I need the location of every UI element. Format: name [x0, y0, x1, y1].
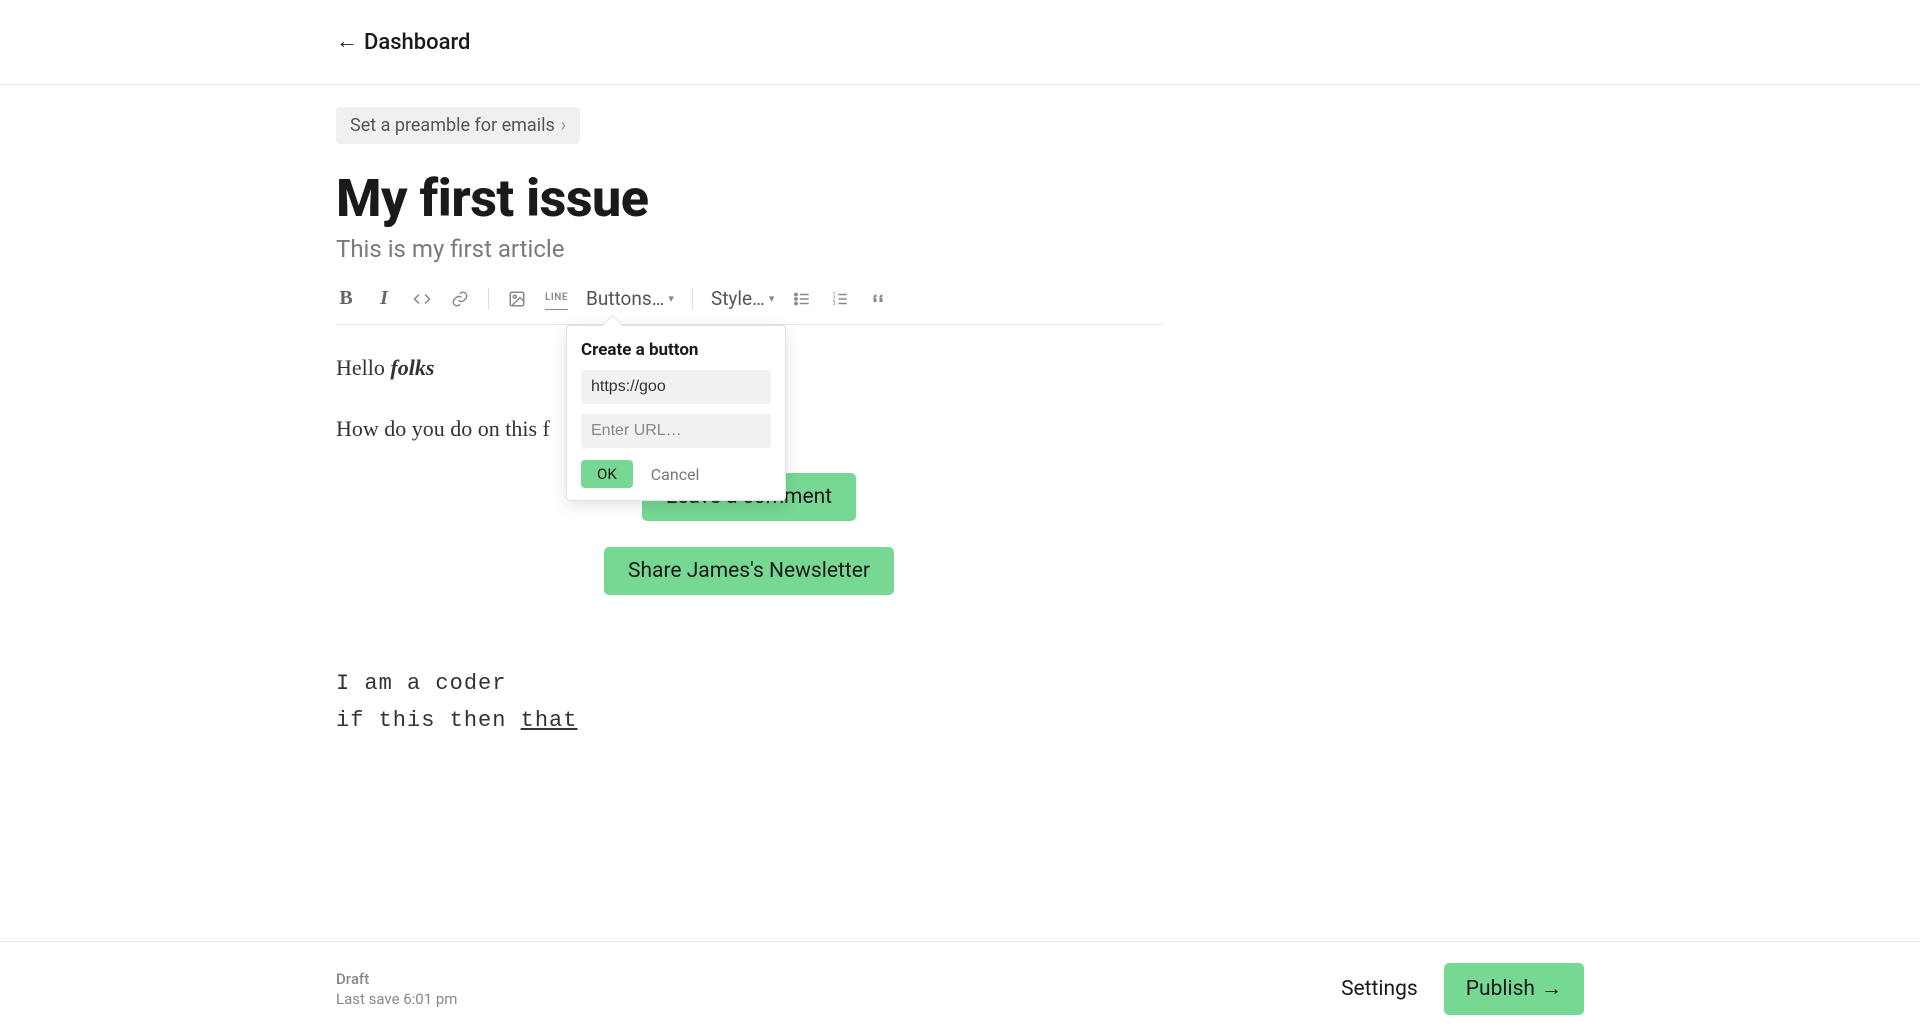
link-icon	[451, 290, 469, 308]
button-text-input[interactable]	[581, 370, 771, 404]
publish-label: Publish	[1466, 977, 1535, 1001]
quote-icon	[869, 290, 887, 308]
settings-button[interactable]: Settings	[1341, 977, 1418, 1001]
caret-down-icon: ▾	[769, 292, 775, 305]
button-url-input[interactable]	[581, 414, 771, 448]
underlined-text: that	[521, 708, 578, 733]
bullet-list-button[interactable]	[792, 288, 812, 310]
text: Hello	[336, 355, 390, 380]
image-icon	[508, 290, 526, 308]
set-preamble-button[interactable]: Set a preamble for emails ›	[336, 107, 580, 144]
line-button[interactable]: LINE	[545, 288, 568, 310]
popover-title: Create a button	[581, 340, 771, 360]
popover-ok-button[interactable]: OK	[581, 460, 633, 488]
toolbar-separator	[692, 288, 693, 310]
arrow-left-icon: ←	[336, 31, 358, 53]
chevron-right-icon: ›	[561, 115, 566, 136]
create-button-popover: Create a button OK Cancel	[566, 325, 786, 501]
footer-actions: Settings Publish →	[1341, 963, 1584, 1015]
code-button[interactable]	[412, 288, 432, 310]
share-newsletter-button[interactable]: Share James's Newsletter	[604, 547, 894, 595]
style-dropdown-label: Style…	[711, 287, 765, 310]
footer-bar: Draft Last save 6:01 pm Settings Publish…	[0, 941, 1920, 1036]
post-subtitle[interactable]: This is my first article	[336, 235, 1162, 263]
code-icon	[413, 290, 431, 308]
text: if this then	[336, 708, 521, 733]
draft-status: Draft	[336, 970, 1341, 988]
footer-status: Draft Last save 6:01 pm	[336, 970, 1341, 1008]
toolbar-separator	[488, 288, 489, 310]
topbar: ← Dashboard	[0, 0, 1920, 85]
code-line: I am a coder	[336, 665, 1162, 702]
blockquote-button[interactable]	[868, 288, 888, 310]
back-label: Dashboard	[364, 30, 470, 55]
editor-column: Set a preamble for emails › My first iss…	[336, 85, 1162, 941]
arrow-right-icon: →	[1541, 977, 1562, 1001]
last-save-time: Last save 6:01 pm	[336, 990, 1341, 1008]
code-block[interactable]: I am a coder if this then that	[336, 665, 1162, 740]
buttons-dropdown[interactable]: Buttons… ▾	[586, 287, 674, 310]
caret-down-icon: ▾	[668, 292, 674, 305]
back-to-dashboard-link[interactable]: ← Dashboard	[336, 30, 470, 55]
popover-actions: OK Cancel	[581, 460, 771, 488]
italic-button[interactable]: I	[374, 288, 394, 310]
italic-text: folks	[390, 355, 434, 380]
preamble-label: Set a preamble for emails	[350, 115, 555, 136]
numbered-list-button[interactable]: 123	[830, 288, 850, 310]
popover-cancel-button[interactable]: Cancel	[651, 465, 700, 484]
link-button[interactable]	[450, 288, 470, 310]
publish-button[interactable]: Publish →	[1444, 963, 1584, 1015]
style-dropdown[interactable]: Style… ▾	[711, 287, 774, 310]
bold-button[interactable]: B	[336, 288, 356, 310]
post-title[interactable]: My first issue	[336, 168, 1162, 229]
button-block: Share James's Newsletter	[336, 547, 1162, 595]
svg-text:3: 3	[833, 301, 836, 307]
formatting-toolbar: B I LINE Buttons… ▾ Style… ▾ 123	[336, 287, 1162, 325]
bullet-list-icon	[793, 290, 811, 308]
code-line: if this then that	[336, 702, 1162, 739]
buttons-dropdown-label: Buttons…	[586, 287, 664, 310]
image-button[interactable]	[507, 288, 527, 310]
numbered-list-icon: 123	[831, 290, 849, 308]
